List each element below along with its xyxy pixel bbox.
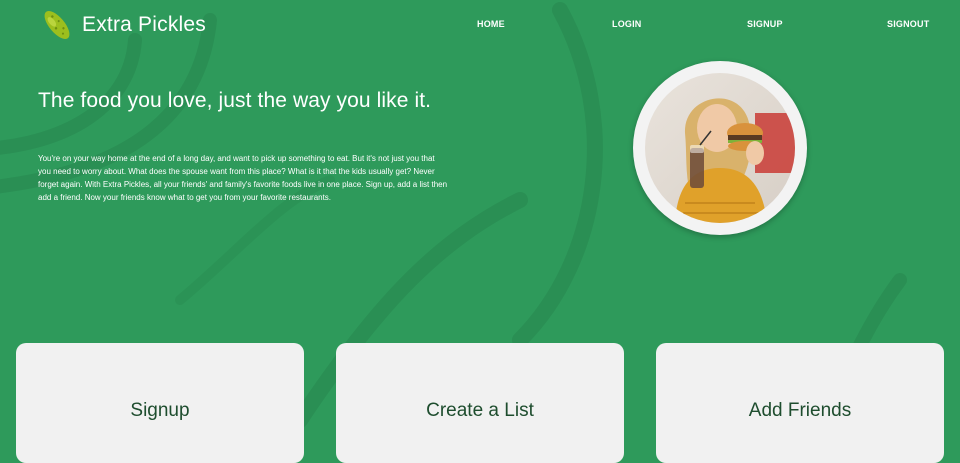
- signup-card-title: Signup: [130, 400, 190, 421]
- nav-login-link[interactable]: LOGIN: [612, 19, 642, 29]
- site-header: Extra Pickles HOME LOGIN SIGNUP SIGNOUT: [0, 0, 960, 50]
- hero-photo-frame: [633, 61, 807, 235]
- nav-home-link[interactable]: HOME: [477, 19, 505, 29]
- woman-eating-burger-photo: [645, 73, 795, 223]
- hero-intro-text: You're on your way home at the end of a …: [38, 154, 448, 202]
- brand-name: Extra Pickles: [82, 13, 206, 36]
- add-friends-card[interactable]: Add Friends: [656, 343, 944, 463]
- brand[interactable]: Extra Pickles: [38, 6, 206, 44]
- nav-signout-link[interactable]: SIGNOUT: [887, 19, 929, 29]
- signup-card[interactable]: Signup: [16, 343, 304, 463]
- create-list-card-title: Create a List: [426, 400, 534, 421]
- pickle-icon: [44, 11, 70, 39]
- hero-headline: The food you love, just the way you like…: [38, 89, 432, 112]
- create-list-card[interactable]: Create a List: [336, 343, 624, 463]
- add-friends-card-title: Add Friends: [748, 400, 852, 421]
- nav-signup-link[interactable]: SIGNUP: [747, 19, 783, 29]
